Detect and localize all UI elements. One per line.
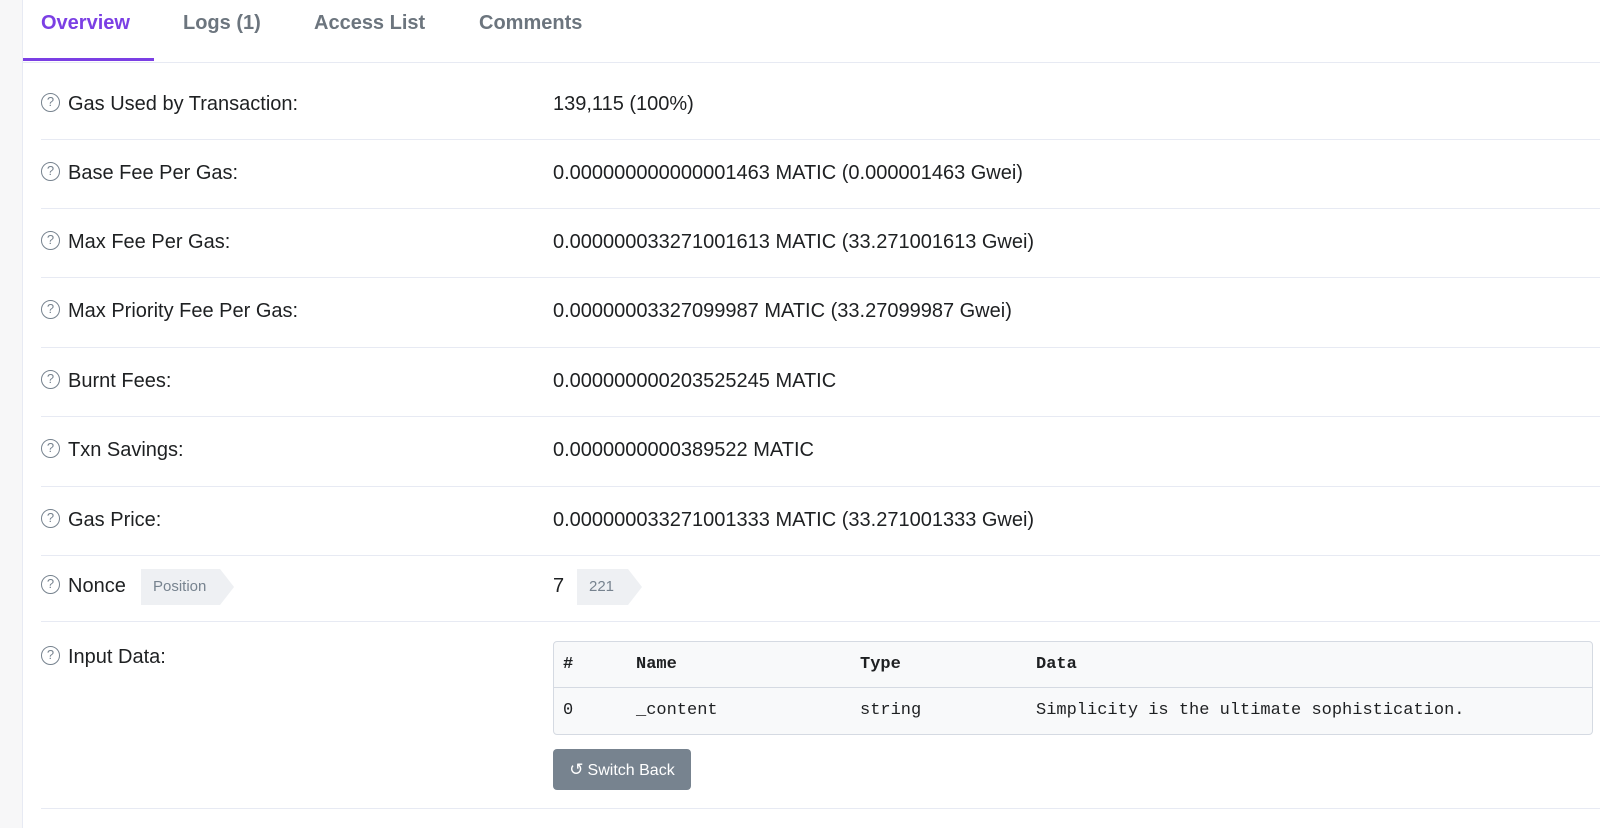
detail-row-gas-price: ? Gas Price: 0.000000033271001333 MATIC (… <box>41 486 1600 556</box>
tab-comments[interactable]: Comments <box>479 12 582 35</box>
undo-icon: ↺ <box>569 760 584 779</box>
cell-type: string <box>860 701 922 720</box>
detail-row-base-fee: ? Base Fee Per Gas: 0.000000000000001463 … <box>41 139 1600 209</box>
header-index: # <box>563 655 574 674</box>
row-value: 0.000000033271001613 MATIC (33.271001613… <box>553 231 1035 253</box>
switch-back-button[interactable]: ↺ Switch Back <box>553 749 691 790</box>
row-value: 0.000000000000001463 MATIC (0.000001463 … <box>553 162 1023 184</box>
row-label: Max Fee Per Gas: <box>68 231 231 253</box>
cell-index: 0 <box>563 701 574 720</box>
question-circle-icon[interactable]: ? <box>41 646 60 666</box>
active-tab-indicator <box>23 58 154 61</box>
header-type: Type <box>860 655 901 674</box>
detail-row-max-fee: ? Max Fee Per Gas: 0.000000033271001613 M… <box>41 208 1600 278</box>
header-data: Data <box>1036 655 1077 674</box>
nonce-label: Nonce <box>68 575 126 597</box>
detail-row-input-data: ? Input Data: # Name Type Data 0 _content… <box>41 621 1600 809</box>
question-circle-icon[interactable]: ? <box>41 300 60 320</box>
question-circle-icon[interactable]: ? <box>41 575 60 595</box>
cell-data: Simplicity is the ultimate sophisticatio… <box>1036 701 1465 720</box>
tab-logs[interactable]: Logs (1) <box>183 12 261 35</box>
row-value: 0.000000033271001333 MATIC (33.271001333… <box>553 509 1035 531</box>
question-circle-icon[interactable]: ? <box>41 231 60 251</box>
nonce-value: 7 <box>553 575 565 597</box>
question-circle-icon[interactable]: ? <box>41 509 60 529</box>
question-circle-icon[interactable]: ? <box>41 439 60 459</box>
row-label: Base Fee Per Gas: <box>68 162 239 184</box>
detail-row-gas-used: ? Gas Used by Transaction: 139,115 (100%) <box>41 70 1600 140</box>
row-value: 0.00000003327099987 MATIC (33.27099987 G… <box>553 300 1012 322</box>
switch-back-label: Switch Back <box>587 762 675 779</box>
table-header: # Name Type Data <box>554 642 1592 688</box>
transaction-details-card: Overview Logs (1) Access List Comments ?… <box>22 0 1600 828</box>
question-circle-icon[interactable]: ? <box>41 162 60 182</box>
tab-access-list[interactable]: Access List <box>314 12 425 35</box>
tab-overview[interactable]: Overview <box>41 12 130 35</box>
detail-row-burnt-fees: ? Burnt Fees: 0.000000000203525245 MATIC <box>41 347 1600 417</box>
question-circle-icon[interactable]: ? <box>41 370 60 390</box>
detail-row-max-priority-fee: ? Max Priority Fee Per Gas: 0.00000003327… <box>41 277 1600 348</box>
tab-bar: Overview Logs (1) Access List Comments <box>23 0 1600 63</box>
row-value: 0.000000000203525245 MATIC <box>553 370 837 392</box>
row-label: Max Priority Fee Per Gas: <box>68 300 299 322</box>
input-data-label: Input Data: <box>68 646 166 668</box>
row-value: 0.0000000000389522 MATIC <box>553 439 814 461</box>
position-tag: Position <box>141 569 235 605</box>
detail-row-txn-savings: ? Txn Savings: 0.0000000000389522 MATIC <box>41 416 1600 487</box>
row-label: Burnt Fees: <box>68 370 172 392</box>
row-value: 139,115 (100%) <box>553 93 694 115</box>
row-label: Gas Used by Transaction: <box>68 93 299 115</box>
table-row: 0 _content string Simplicity is the ulti… <box>554 688 1592 734</box>
header-name: Name <box>636 655 677 674</box>
row-label: Txn Savings: <box>68 439 184 461</box>
position-value-tag: 221 <box>577 569 643 605</box>
row-label: Gas Price: <box>68 509 162 531</box>
input-data-table: # Name Type Data 0 _content string Simpl… <box>553 641 1593 735</box>
detail-row-nonce: ? Nonce Position 7 221 <box>41 555 1600 622</box>
cell-name: _content <box>636 701 718 720</box>
question-circle-icon[interactable]: ? <box>41 93 60 113</box>
